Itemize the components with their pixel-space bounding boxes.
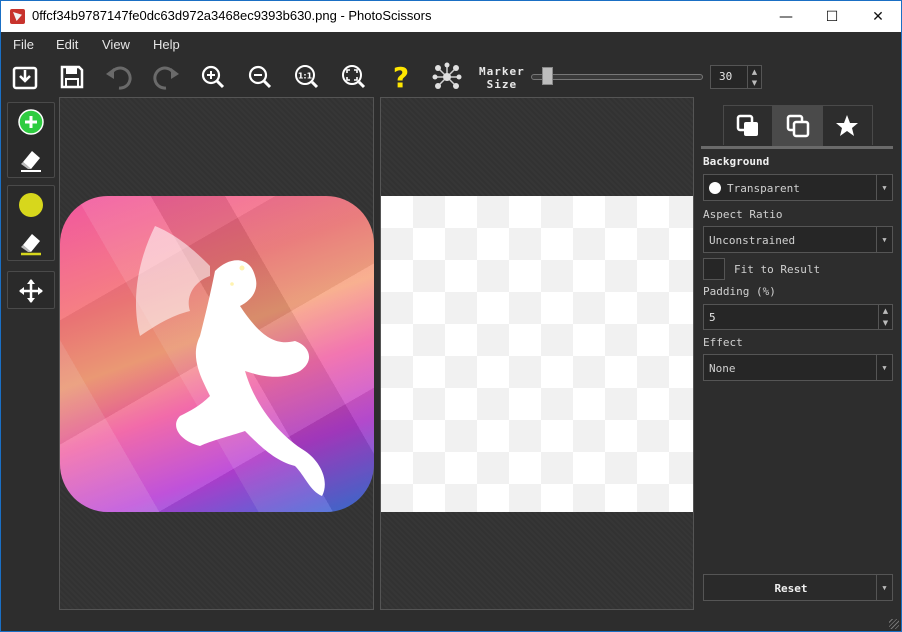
move-tool-button[interactable] [8, 272, 54, 309]
background-select-value: Transparent [727, 182, 800, 195]
effect-select[interactable]: None ▼ [703, 354, 893, 381]
source-image[interactable] [60, 196, 374, 512]
background-eraser-button[interactable] [8, 224, 54, 261]
background-select-value-wrap: Transparent [709, 182, 800, 195]
copy-layers-outline-icon [786, 114, 809, 138]
zoom-fit-icon [342, 65, 366, 89]
photoscissors-app-icon [10, 9, 25, 24]
move-arrows-icon [19, 278, 43, 303]
redo-button[interactable] [150, 61, 182, 93]
resize-grip[interactable] [889, 619, 899, 629]
background-label: Background [703, 155, 770, 168]
zoom-actual-size-icon: 1:1 [295, 65, 319, 89]
minimize-button[interactable]: — [763, 1, 809, 32]
eraser-yellow-icon [21, 233, 41, 255]
fit-to-result-checkbox[interactable] [703, 258, 725, 280]
yellow-marker-icon [19, 192, 43, 217]
foreground-tool-group [7, 102, 55, 178]
zoom-out-button[interactable] [244, 61, 276, 93]
title-bar: 0ffcf34b9787147fe0dc63d972a3468ec9393b63… [1, 1, 901, 32]
maximize-button[interactable]: ☐ [809, 1, 855, 32]
app-window: 0ffcf34b9787147fe0dc63d972a3468ec9393b63… [0, 0, 902, 632]
zoom-in-button[interactable] [197, 61, 229, 93]
spin-up-arrow-icon[interactable]: ▲ [883, 307, 888, 315]
fit-to-result-label[interactable]: Fit to Result [734, 263, 820, 276]
marker-size-label-line2: Size [486, 78, 518, 91]
reset-button[interactable]: Reset ▼ [703, 574, 893, 601]
padding-spinbox[interactable]: 5 ▲ ▼ [703, 304, 893, 330]
result-image-pane[interactable] [380, 97, 694, 610]
menu-bar: File Edit View Help [1, 32, 901, 57]
chevron-down-icon[interactable]: ▼ [876, 227, 892, 252]
open-button[interactable] [9, 61, 41, 93]
window-title: 0ffcf34b9787147fe0dc63d972a3468ec9393b63… [32, 8, 432, 23]
background-tool-group [7, 185, 55, 261]
network-nodes-icon [432, 62, 462, 89]
padding-label: Padding (%) [703, 285, 776, 298]
aspect-ratio-value: Unconstrained [709, 234, 796, 247]
marker-size-slider-thumb[interactable] [542, 67, 554, 85]
save-icon [60, 65, 84, 89]
spin-up-arrow-icon[interactable]: ▲ [752, 68, 757, 76]
open-file-icon [12, 66, 38, 90]
redo-icon [153, 66, 179, 90]
menu-edit[interactable]: Edit [56, 37, 78, 52]
spin-down-arrow-icon[interactable]: ▼ [883, 319, 888, 327]
marker-size-value: 30 [719, 70, 733, 83]
foreground-marker-button[interactable] [8, 103, 54, 140]
zoom-out-icon [248, 65, 272, 89]
menu-help[interactable]: Help [153, 37, 180, 52]
marker-size-slider[interactable] [531, 74, 703, 80]
marker-size-label-line1: Marker [479, 65, 525, 78]
menu-file[interactable]: File [13, 37, 34, 52]
background-color-swatch [709, 182, 721, 194]
chevron-down-icon[interactable]: ▼ [876, 355, 892, 380]
spin-arrows[interactable]: ▲ ▼ [747, 66, 761, 88]
zoom-actual-size-button[interactable]: 1:1 [291, 61, 323, 93]
tab-favorites[interactable] [823, 106, 872, 146]
spin-down-arrow-icon[interactable]: ▼ [752, 79, 757, 87]
copy-layers-solid-icon [736, 114, 759, 136]
marker-size-spinbox[interactable]: 30 ▲ ▼ [710, 65, 762, 89]
undo-icon [106, 66, 132, 90]
fairy-silhouette-image [135, 226, 325, 496]
tab-layers-solid[interactable] [724, 106, 774, 146]
left-tool-panel [1, 97, 58, 627]
tab-background[interactable] [773, 106, 823, 146]
menu-view[interactable]: View [102, 37, 130, 52]
eraser-icon [21, 150, 41, 172]
tab-underline [701, 146, 893, 149]
zoom-fit-button[interactable] [338, 61, 370, 93]
star-icon [836, 115, 859, 136]
background-marker-button[interactable] [8, 186, 54, 223]
marker-size-label: Marker Size [479, 65, 525, 91]
toolbar: 1:1 ? Marker Size 30 ▲ ▼ [1, 57, 901, 97]
settings-tabs [723, 105, 873, 146]
zoom-actual-size-label: 1:1 [298, 72, 313, 81]
add-foreground-icon [18, 108, 44, 135]
right-settings-panel: Background Transparent ▼ Aspect Ratio Un… [701, 97, 897, 607]
aspect-ratio-label: Aspect Ratio [703, 208, 783, 221]
transparent-result-canvas[interactable] [381, 196, 693, 512]
marker-network-button[interactable] [431, 61, 463, 93]
padding-value: 5 [709, 311, 716, 324]
save-button[interactable] [56, 61, 88, 93]
effect-value: None [709, 362, 736, 375]
foreground-eraser-button[interactable] [8, 141, 54, 178]
source-image-pane[interactable] [59, 97, 374, 610]
chevron-down-icon[interactable]: ▼ [876, 175, 892, 200]
undo-button[interactable] [103, 61, 135, 93]
chevron-down-icon[interactable]: ▼ [876, 575, 892, 600]
zoom-in-icon [201, 65, 225, 89]
help-button[interactable]: ? [385, 61, 417, 94]
reset-button-label: Reset [774, 582, 808, 595]
effect-label: Effect [703, 336, 743, 349]
move-tool-group [7, 271, 55, 309]
padding-spin-arrows[interactable]: ▲ ▼ [878, 305, 892, 329]
aspect-ratio-select[interactable]: Unconstrained ▼ [703, 226, 893, 253]
close-button[interactable]: ✕ [855, 1, 901, 32]
background-select[interactable]: Transparent ▼ [703, 174, 893, 201]
